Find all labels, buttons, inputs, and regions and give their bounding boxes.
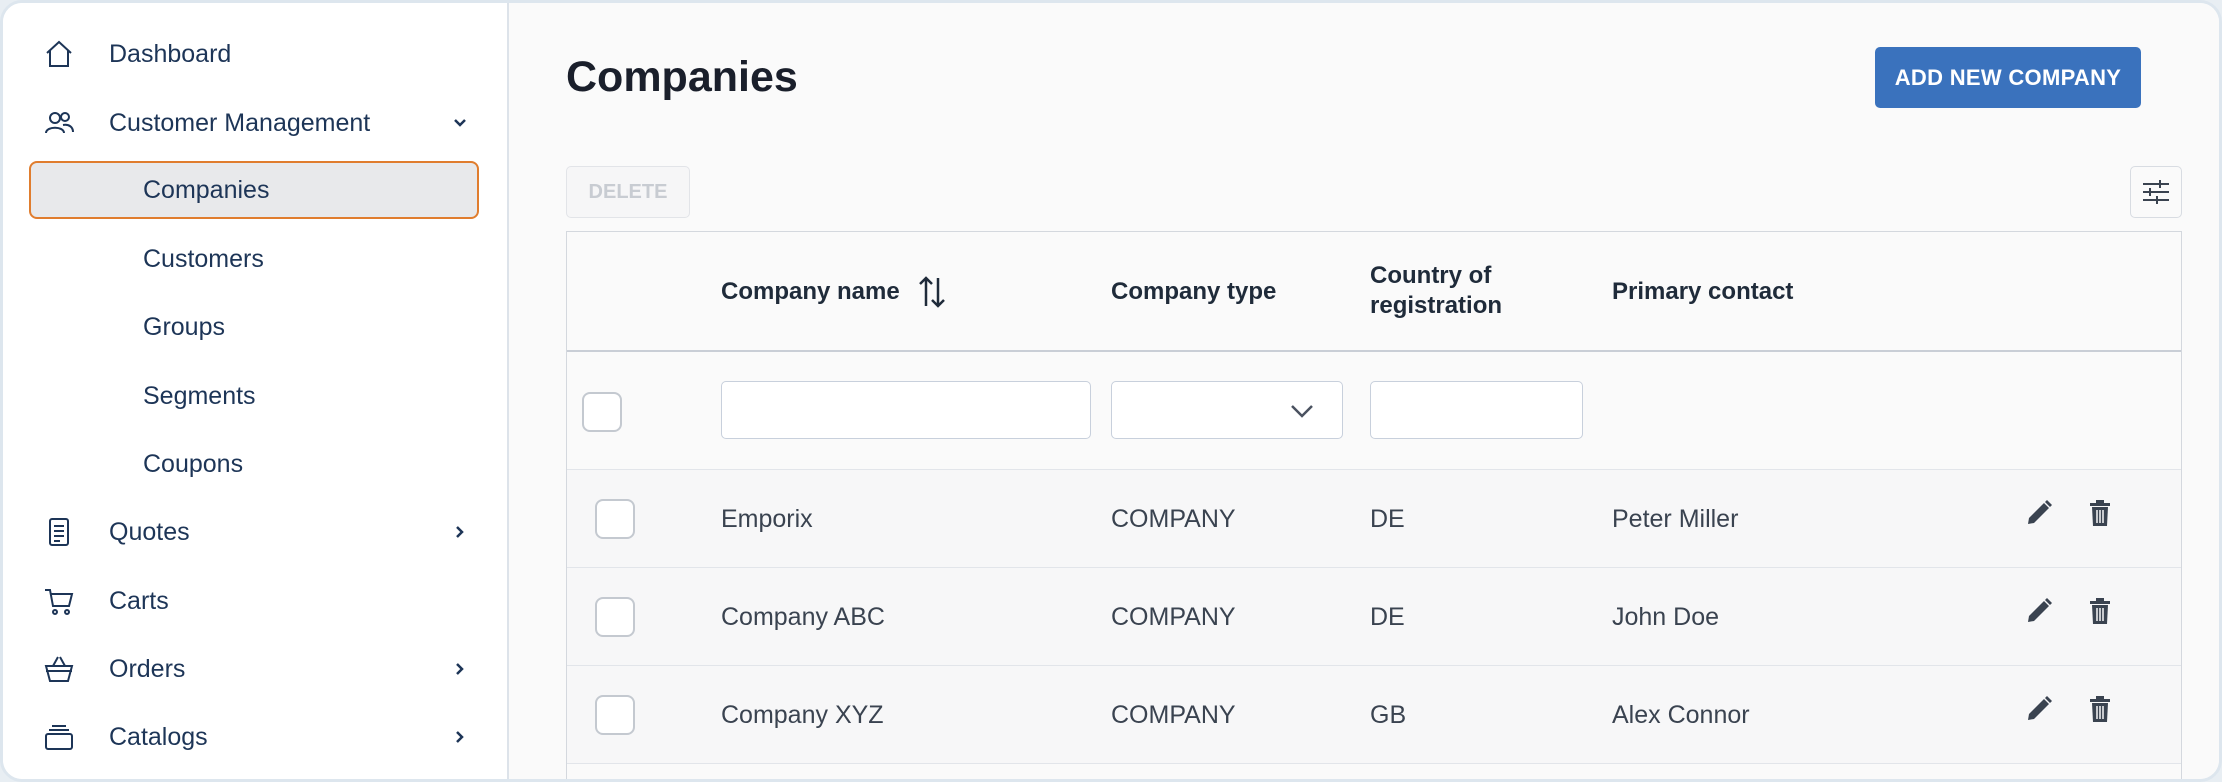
companies-table: Company name Company type Country of reg… — [566, 231, 2182, 779]
sidebar-subitem-customers[interactable]: Customers — [29, 230, 479, 288]
sidebar-subitem-label: Customers — [143, 244, 264, 273]
sidebar-item-orders[interactable]: Orders — [3, 640, 509, 698]
column-header-country[interactable]: Country of registration — [1370, 261, 1520, 321]
trash-icon[interactable] — [2085, 694, 2115, 724]
primary-contact-cell: Peter Miller — [1612, 505, 1739, 533]
table-row[interactable]: Emporix COMPANY DE Peter Miller — [567, 470, 2181, 568]
sidebar-item-catalogs[interactable]: Catalogs — [3, 708, 509, 766]
sidebar-item-label: Carts — [109, 586, 169, 615]
page-title: Companies — [566, 53, 798, 101]
sidebar-subitem-label: Companies — [143, 175, 270, 204]
select-all-checkbox[interactable] — [582, 392, 622, 432]
country-filter-input[interactable] — [1370, 381, 1583, 439]
sidebar-subitem-label: Coupons — [143, 449, 244, 478]
chevron-right-icon — [449, 658, 471, 680]
company-name-cell: Company XYZ — [721, 701, 884, 729]
column-header-primary-contact[interactable]: Primary contact — [1612, 277, 1793, 307]
sidebar-item-label: Catalogs — [109, 722, 208, 751]
sidebar-subitem-groups[interactable]: Groups — [29, 298, 479, 356]
company-name-cell: Emporix — [721, 505, 813, 533]
company-name-cell: Company ABC — [721, 603, 885, 631]
sort-icon[interactable] — [916, 274, 948, 310]
company-name-filter-input[interactable] — [721, 381, 1091, 439]
filter-row — [567, 352, 2181, 470]
company-type-cell: COMPANY — [1111, 603, 1236, 631]
company-type-cell: COMPANY — [1111, 505, 1236, 533]
table-row[interactable]: Company ABC COMPANY DE John Doe — [567, 568, 2181, 666]
row-checkbox[interactable] — [595, 695, 635, 735]
country-cell: DE — [1370, 505, 1405, 533]
sidebar-subitem-label: Segments — [143, 381, 256, 410]
app-window: Dashboard Customer Management Companies … — [0, 0, 2222, 782]
sidebar-subitem-label: Groups — [143, 312, 225, 341]
add-new-company-button[interactable]: ADD NEW COMPANY — [1875, 47, 2141, 108]
table-row[interactable]: Company XYZ COMPANY GB Alex Connor — [567, 666, 2181, 764]
layers-icon — [43, 721, 75, 753]
home-icon — [43, 38, 75, 70]
primary-contact-cell: Alex Connor — [1612, 701, 1750, 729]
sidebar-item-carts[interactable]: Carts — [3, 572, 509, 630]
cart-icon — [43, 585, 75, 617]
company-type-cell: COMPANY — [1111, 701, 1236, 729]
edit-icon[interactable] — [2024, 596, 2054, 626]
main-content: Companies ADD NEW COMPANY DELETE Company… — [511, 3, 2219, 779]
sidebar-item-label: Quotes — [109, 517, 190, 546]
sidebar-subitem-coupons[interactable]: Coupons — [29, 435, 479, 493]
column-header-company-type[interactable]: Company type — [1111, 277, 1276, 307]
users-icon — [43, 107, 75, 139]
sliders-icon — [2140, 176, 2172, 208]
row-checkbox[interactable] — [595, 597, 635, 637]
sidebar-item-dashboard[interactable]: Dashboard — [3, 25, 509, 83]
sidebar-item-label: Dashboard — [109, 39, 232, 68]
company-type-filter-select[interactable] — [1111, 381, 1343, 439]
sidebar-subitem-companies[interactable]: Companies — [29, 161, 479, 219]
table-header: Company name Company type Country of reg… — [567, 232, 2181, 352]
document-icon — [43, 516, 75, 548]
trash-icon[interactable] — [2085, 596, 2115, 626]
sidebar-item-label: Orders — [109, 654, 186, 683]
edit-icon[interactable] — [2024, 498, 2054, 528]
sidebar: Dashboard Customer Management Companies … — [3, 3, 509, 779]
chevron-right-icon — [449, 521, 471, 543]
delete-button[interactable]: DELETE — [566, 166, 690, 218]
trash-icon[interactable] — [2085, 498, 2115, 528]
chevron-down-icon — [449, 112, 471, 134]
sidebar-item-customer-management[interactable]: Customer Management — [3, 94, 509, 152]
country-cell: GB — [1370, 701, 1407, 729]
sidebar-subitem-segments[interactable]: Segments — [29, 367, 479, 425]
primary-contact-cell: John Doe — [1612, 603, 1720, 631]
chevron-right-icon — [449, 726, 471, 748]
edit-icon[interactable] — [2024, 694, 2054, 724]
row-checkbox[interactable] — [595, 499, 635, 539]
sidebar-item-label: Customer Management — [109, 108, 371, 137]
country-cell: DE — [1370, 603, 1405, 631]
column-settings-button[interactable] — [2130, 166, 2182, 218]
sidebar-item-quotes[interactable]: Quotes — [3, 503, 509, 561]
column-header-company-name[interactable]: Company name — [721, 277, 900, 307]
basket-icon — [43, 653, 75, 685]
